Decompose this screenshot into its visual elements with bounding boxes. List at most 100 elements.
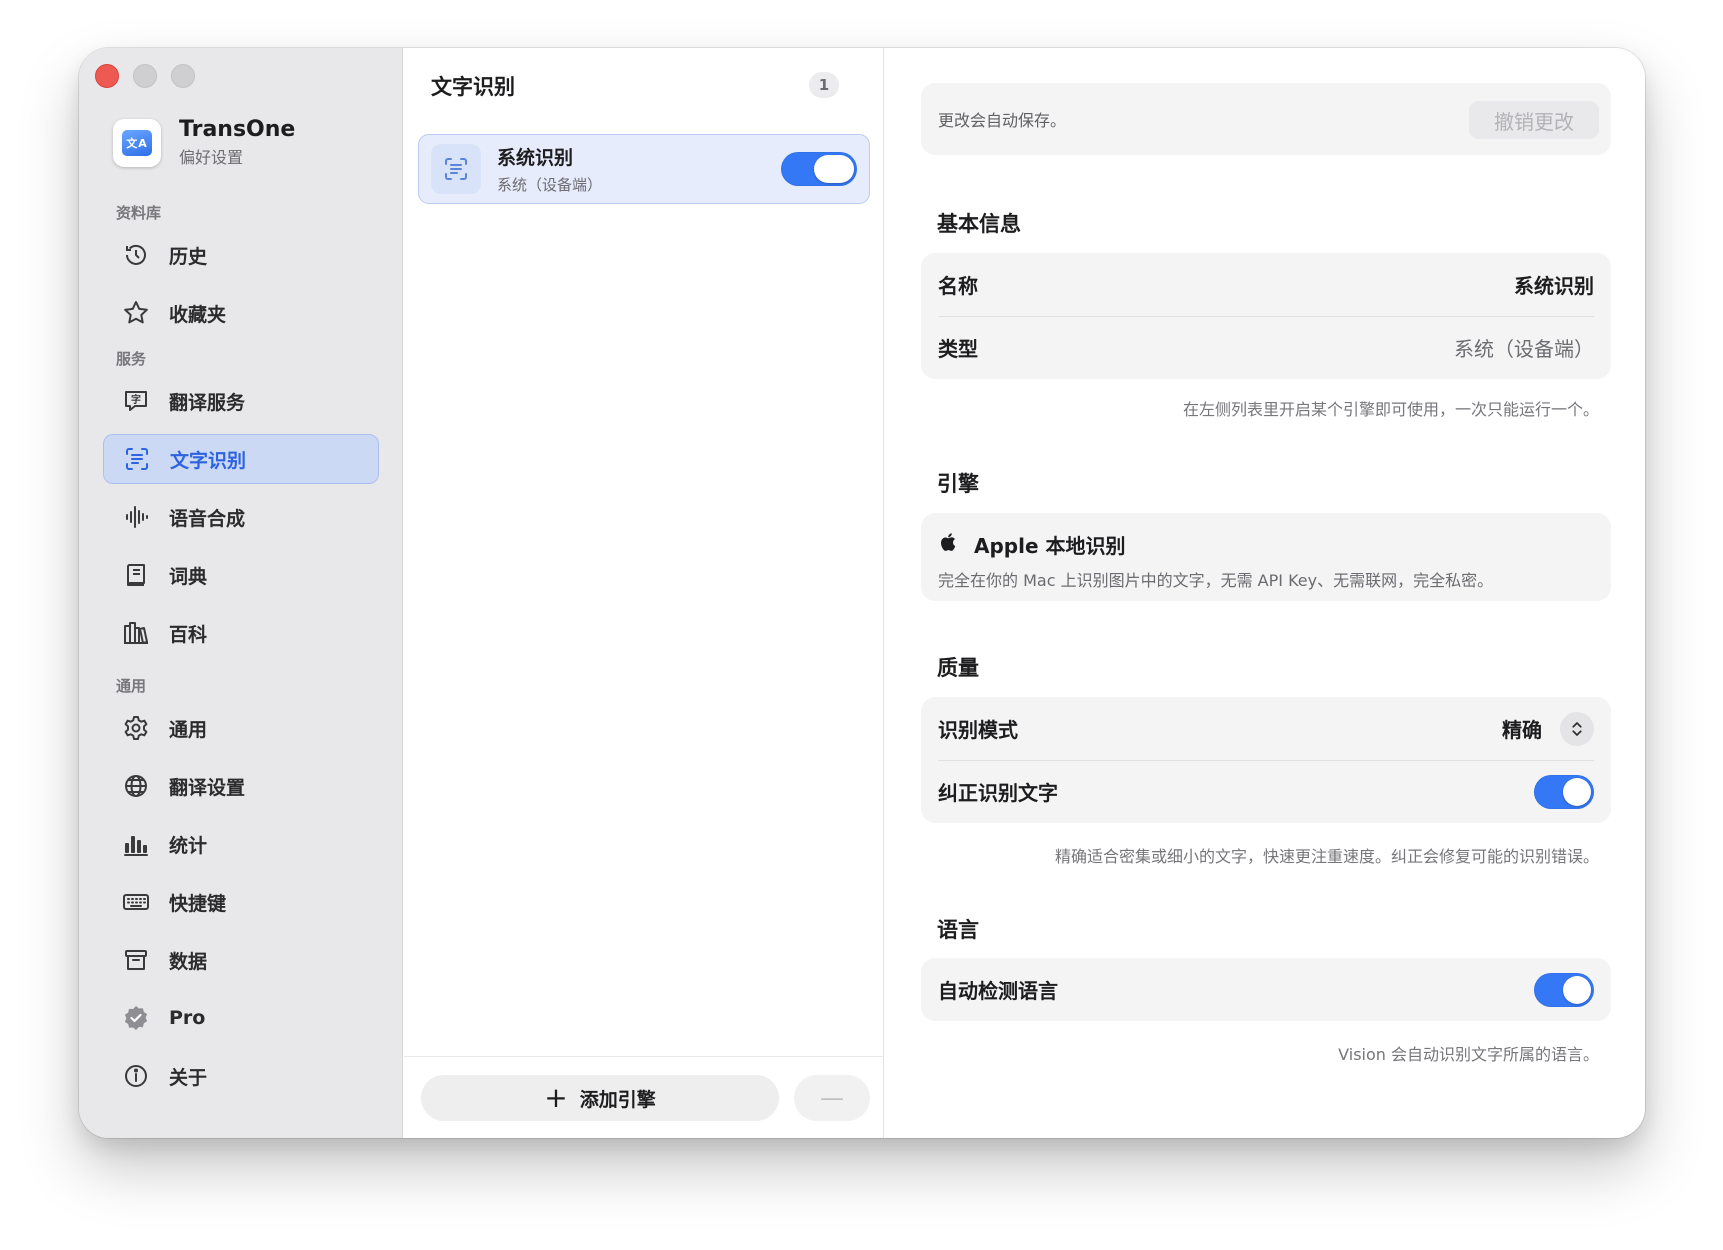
books-icon bbox=[121, 618, 151, 648]
sidebar-item-label: 语音合成 bbox=[169, 507, 246, 530]
sidebar-item-label: 翻译设置 bbox=[169, 776, 246, 799]
sidebar-item-label: 统计 bbox=[169, 834, 208, 857]
gear-icon bbox=[121, 713, 151, 743]
recognition-mode-row: 识别模式 精确 bbox=[921, 697, 1611, 760]
engine-list-item[interactable]: 系统识别 系统（设备端） bbox=[418, 134, 870, 204]
correct-text-row: 纠正识别文字 bbox=[921, 760, 1611, 823]
autosave-text: 更改会自动保存。 bbox=[938, 111, 1067, 130]
clock-icon bbox=[121, 240, 151, 270]
zoom-window-button[interactable] bbox=[171, 64, 195, 88]
engine-list-pane: 文字识别 1 系统识别 系统（设备端） + 添加引擎 — bbox=[404, 48, 884, 1138]
add-engine-label: 添加引擎 bbox=[579, 1088, 656, 1111]
close-window-button[interactable] bbox=[95, 64, 119, 88]
archive-box-icon bbox=[121, 945, 151, 975]
waveform-icon bbox=[121, 502, 151, 532]
sidebar-item-about[interactable]: 关于 bbox=[103, 1051, 379, 1101]
sidebar-item-label: 词典 bbox=[169, 565, 208, 588]
minimize-window-button[interactable] bbox=[133, 64, 157, 88]
sidebar-item-translation-services[interactable]: 字 翻译服务 bbox=[103, 376, 379, 426]
auto-detect-label: 自动检测语言 bbox=[938, 979, 1058, 1003]
sidebar-item-label: 通用 bbox=[169, 718, 208, 741]
correct-text-toggle[interactable] bbox=[1534, 774, 1594, 809]
section-title-basic: 基本信息 bbox=[937, 212, 1021, 236]
sidebar-item-pro[interactable]: Pro bbox=[103, 993, 379, 1043]
sidebar-item-label: 文字识别 bbox=[170, 449, 247, 472]
sidebar-item-encyclopedia[interactable]: 百科 bbox=[103, 608, 379, 658]
app-name: TransOne bbox=[179, 117, 296, 142]
text-scan-icon bbox=[431, 144, 481, 194]
chevron-up-down-icon[interactable] bbox=[1560, 711, 1594, 746]
engine-description: 完全在你的 Mac 上识别图片中的文字，无需 API Key、无需联网，完全私密… bbox=[938, 571, 1494, 590]
sidebar-item-history[interactable]: 历史 bbox=[103, 230, 379, 280]
sidebar-item-favorites[interactable]: 收藏夹 bbox=[103, 288, 379, 338]
sidebar-item-statistics[interactable]: 统计 bbox=[103, 819, 379, 869]
app-subtitle: 偏好设置 bbox=[179, 148, 244, 168]
preferences-window: 文A TransOne 偏好设置 资料库 历史 收藏夹 服务 字 翻译服务 文字… bbox=[79, 48, 1645, 1138]
sidebar-item-translation-settings[interactable]: 翻译设置 bbox=[103, 761, 379, 811]
engine-count-badge: 1 bbox=[809, 72, 839, 98]
translate-bubble-icon: 字 bbox=[121, 386, 151, 416]
name-value: 系统识别 bbox=[1514, 274, 1594, 298]
sidebar-item-label: 关于 bbox=[169, 1066, 208, 1089]
engine-subtitle: 系统（设备端） bbox=[497, 176, 603, 194]
sidebar-item-data[interactable]: 数据 bbox=[103, 935, 379, 985]
add-engine-button[interactable]: + 添加引擎 bbox=[421, 1075, 779, 1121]
sidebar-item-label: 快捷键 bbox=[169, 892, 227, 915]
auto-detect-row: 自动检测语言 bbox=[921, 958, 1611, 1021]
window-controls bbox=[95, 64, 195, 88]
text-scan-icon bbox=[122, 444, 152, 474]
language-note: Vision 会自动识别文字所属的语言。 bbox=[1338, 1045, 1599, 1064]
info-icon bbox=[121, 1061, 151, 1091]
type-row: 类型 系统（设备端） bbox=[921, 316, 1611, 379]
star-icon bbox=[121, 298, 151, 328]
recognition-mode-label: 识别模式 bbox=[938, 718, 1018, 742]
sidebar-item-label: 收藏夹 bbox=[169, 303, 227, 326]
list-footer: + 添加引擎 — bbox=[404, 1056, 883, 1138]
globe-icon bbox=[121, 771, 151, 801]
sidebar-item-label: 翻译服务 bbox=[169, 391, 246, 414]
recognition-mode-value[interactable]: 精确 bbox=[1502, 714, 1542, 743]
sidebar-item-label: 百科 bbox=[169, 623, 208, 646]
correct-text-label: 纠正识别文字 bbox=[938, 781, 1058, 805]
revert-changes-button[interactable]: 撤销更改 bbox=[1469, 101, 1599, 139]
auto-detect-toggle[interactable] bbox=[1534, 972, 1594, 1007]
sidebar-item-general[interactable]: 通用 bbox=[103, 703, 379, 753]
sidebar: 文A TransOne 偏好设置 资料库 历史 收藏夹 服务 字 翻译服务 文字… bbox=[79, 48, 403, 1138]
engine-enabled-toggle[interactable] bbox=[781, 152, 857, 186]
sidebar-item-dictionary[interactable]: 词典 bbox=[103, 550, 379, 600]
translate-app-icon: 文A bbox=[113, 118, 161, 167]
book-icon bbox=[121, 560, 151, 590]
name-row: 名称 系统识别 bbox=[921, 253, 1611, 316]
basic-info-note: 在左侧列表里开启某个引擎即可使用，一次只能运行一个。 bbox=[1182, 400, 1599, 419]
svg-text:字: 字 bbox=[131, 393, 141, 406]
quality-note: 精确适合密集或细小的文字，快速更注重速度。纠正会修复可能的识别错误。 bbox=[1054, 847, 1599, 866]
engine-name: 系统识别 bbox=[497, 147, 574, 169]
sidebar-item-text-recognition[interactable]: 文字识别 bbox=[103, 434, 379, 484]
app-header: 文A TransOne 偏好设置 bbox=[113, 117, 295, 168]
type-label: 类型 bbox=[938, 337, 978, 361]
section-label-services: 服务 bbox=[116, 350, 147, 368]
quality-card: 识别模式 精确 纠正识别文字 bbox=[921, 697, 1611, 823]
verified-badge-icon bbox=[121, 1003, 151, 1033]
engine-detail-pane: 更改会自动保存。 撤销更改 基本信息 名称 系统识别 类型 系统（设备端） 在左… bbox=[885, 48, 1645, 1138]
type-value: 系统（设备端） bbox=[1454, 337, 1594, 361]
section-label-library: 资料库 bbox=[116, 204, 162, 222]
plus-icon: + bbox=[544, 1081, 568, 1114]
apple-logo-icon bbox=[938, 531, 960, 558]
sidebar-item-label: 数据 bbox=[169, 950, 208, 973]
language-card: 自动检测语言 bbox=[921, 958, 1611, 1021]
section-title-language: 语言 bbox=[937, 918, 979, 942]
autosave-banner: 更改会自动保存。 撤销更改 bbox=[921, 83, 1611, 155]
keyboard-icon bbox=[121, 887, 151, 917]
remove-engine-button[interactable]: — bbox=[794, 1075, 870, 1121]
section-title-quality: 质量 bbox=[937, 656, 979, 680]
sidebar-item-shortcuts[interactable]: 快捷键 bbox=[103, 877, 379, 927]
bar-chart-icon bbox=[121, 829, 151, 859]
sidebar-item-label: Pro bbox=[169, 1007, 206, 1029]
sidebar-item-speech-synthesis[interactable]: 语音合成 bbox=[103, 492, 379, 542]
name-label: 名称 bbox=[938, 274, 978, 298]
engine-info-card: Apple 本地识别 完全在你的 Mac 上识别图片中的文字，无需 API Ke… bbox=[921, 513, 1611, 601]
basic-info-card: 名称 系统识别 类型 系统（设备端） bbox=[921, 253, 1611, 379]
section-title-engine: 引擎 bbox=[937, 472, 979, 496]
engine-product-name: Apple 本地识别 bbox=[974, 534, 1126, 558]
